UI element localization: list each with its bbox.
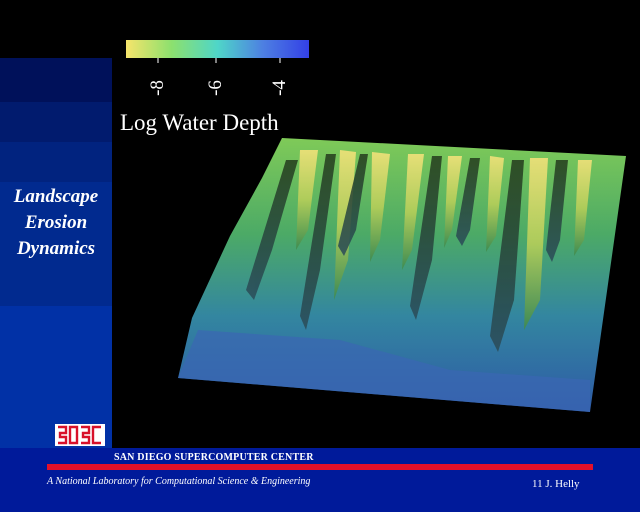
tick-label-neg4: -4 [269,80,290,96]
tagline: A National Laboratory for Computational … [47,476,311,487]
slide-title: Landscape Erosion Dynamics [0,184,112,262]
divider-rule [47,464,593,470]
slide: -8 -6 -4 Log Water Depth Landscape Erosi… [0,0,640,512]
sdsc-logo-icon [55,424,105,446]
colorbar-ticks [157,58,281,63]
center-name: SAN DIEGO SUPERCOMPUTER CENTER [114,452,314,463]
colorbar-title: Log Water Depth [120,110,279,135]
colorbar [126,40,309,58]
title-line-2: Erosion [24,212,88,233]
title-line-3: Dynamics [16,238,96,259]
tick-label-neg6: -6 [205,80,226,96]
tick-label-neg8: -8 [147,80,168,96]
title-line-1: Landscape [13,186,99,207]
slide-credit: 11 J. Helly [532,478,580,490]
